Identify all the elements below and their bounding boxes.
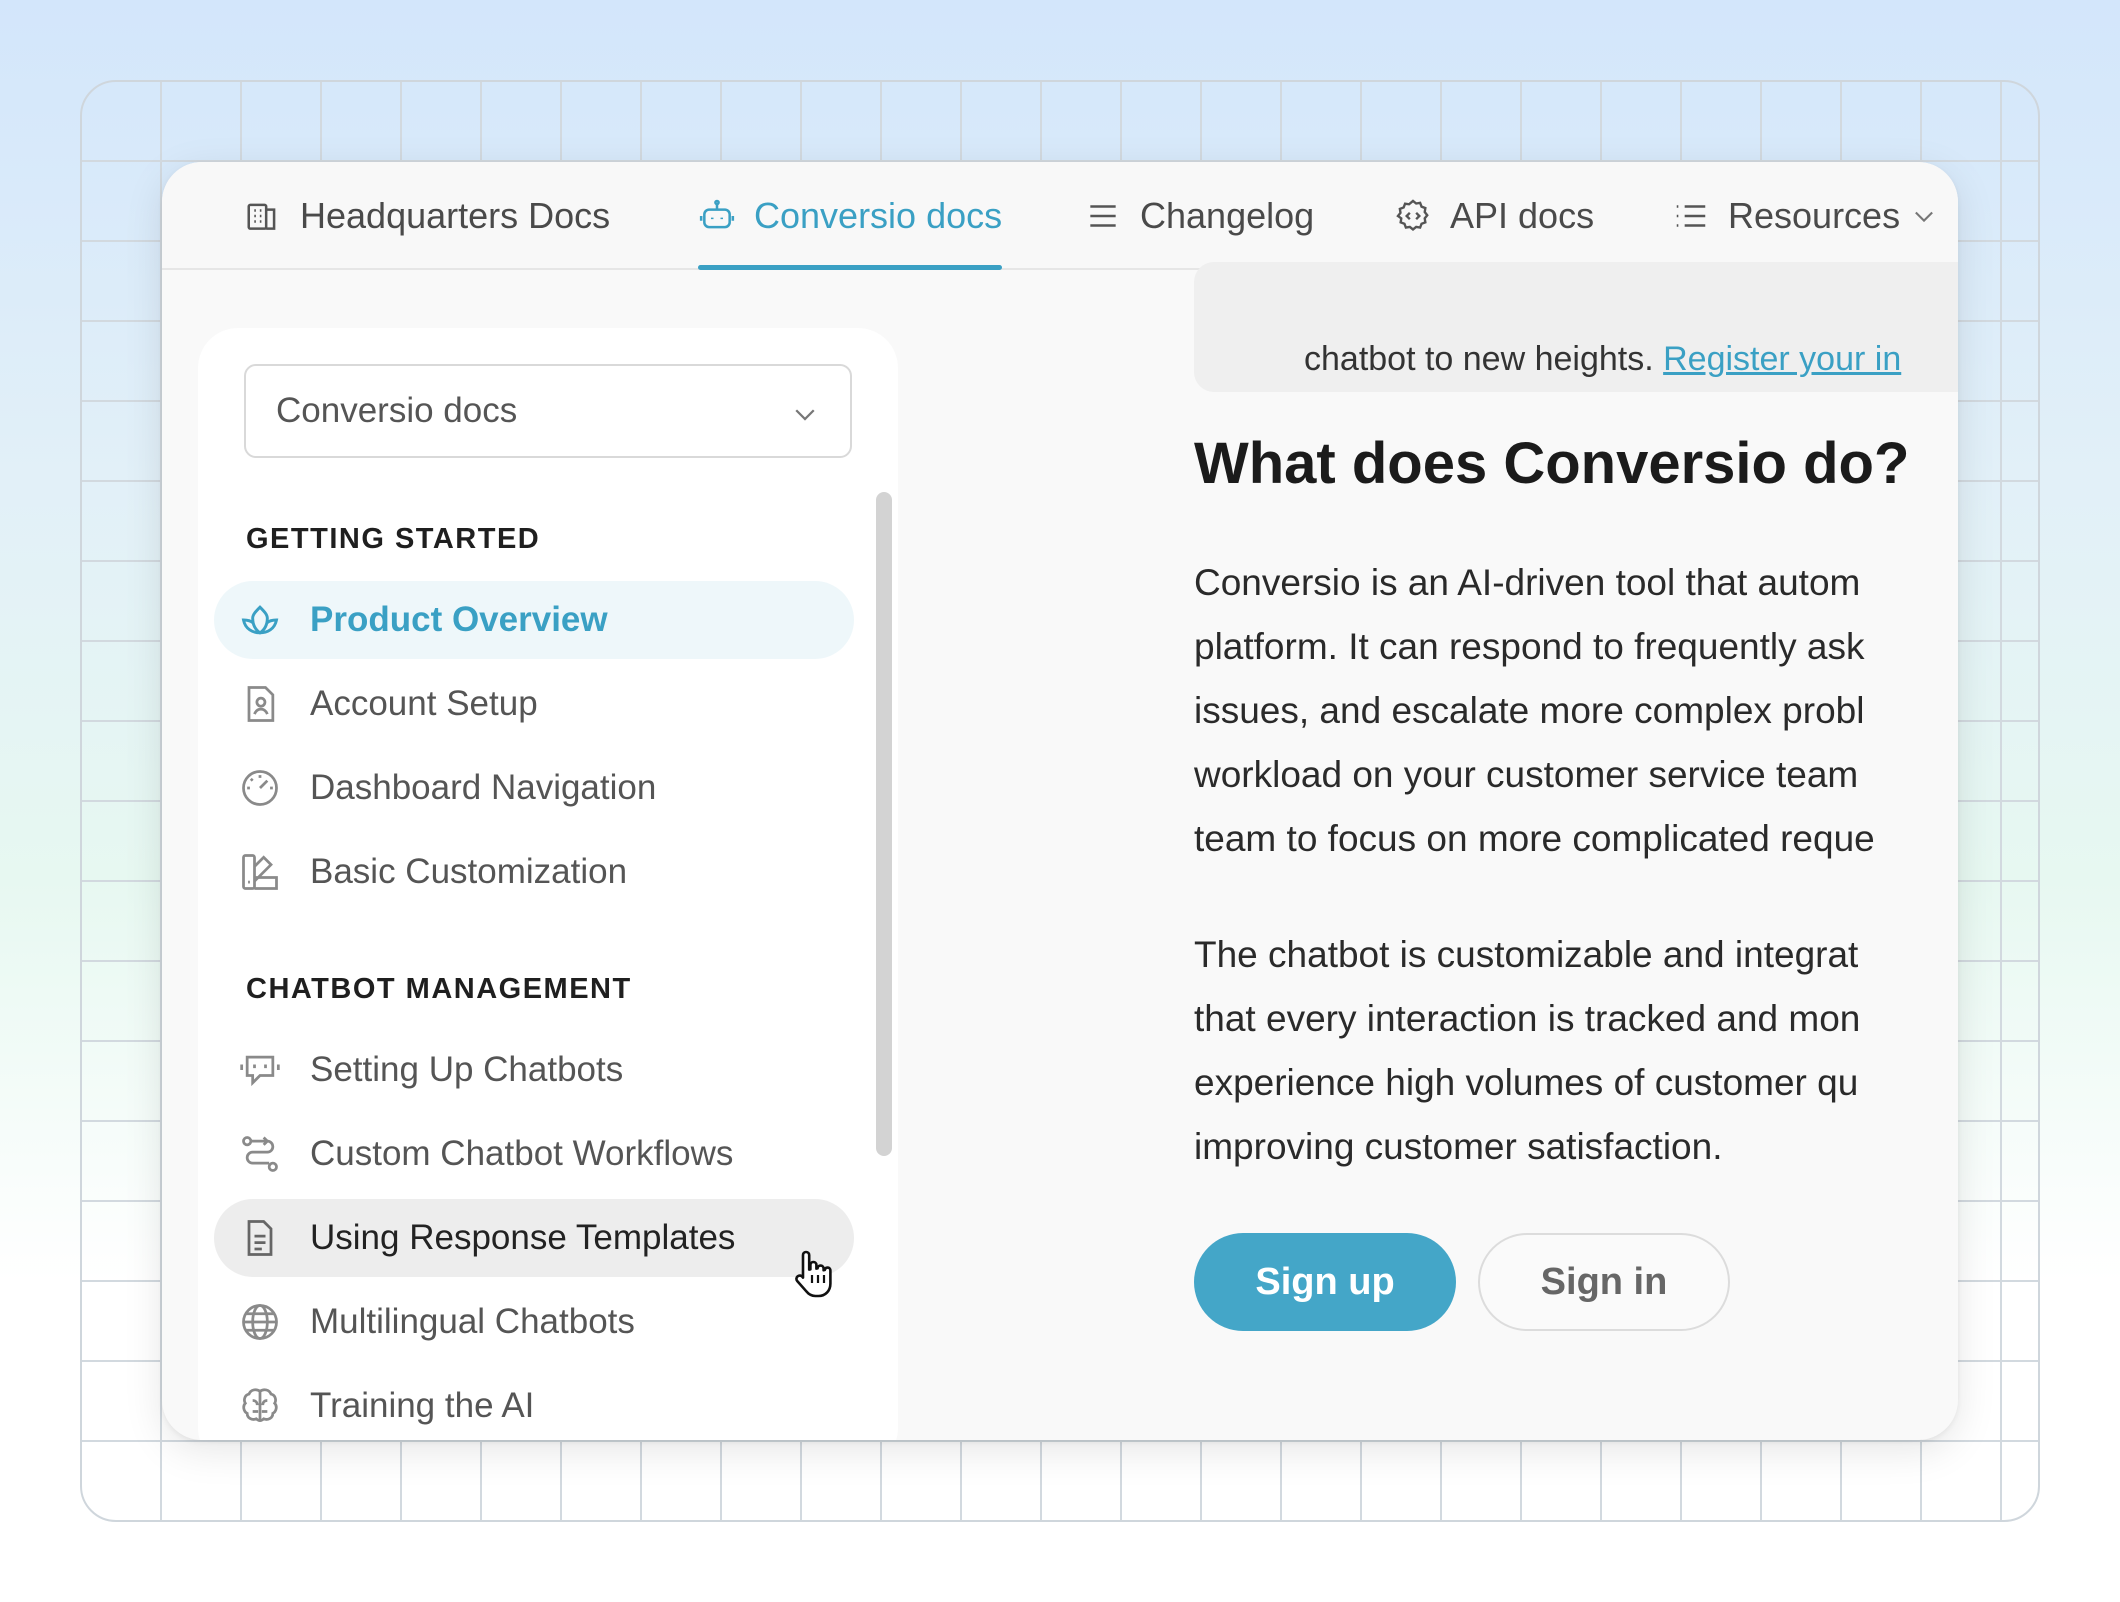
- lotus-icon: [241, 605, 279, 635]
- tab-resources[interactable]: Resources: [1672, 162, 1938, 270]
- sidebar-item-account-setup[interactable]: Account Setup: [214, 665, 854, 743]
- sidebar-item-custom-chatbot-workflows[interactable]: Custom Chatbot Workflows: [214, 1115, 854, 1193]
- register-link[interactable]: Register your in: [1663, 340, 1901, 378]
- top-navigation: Headquarters Docs Conversio docs Changel…: [162, 162, 1958, 270]
- paragraph-line: issues, and escalate more complex probl: [1194, 690, 1865, 731]
- sidebar-item-label: Basic Customization: [310, 852, 628, 891]
- chevron-down-icon: [1915, 211, 1933, 223]
- sidebar-item-label: Dashboard Navigation: [310, 768, 657, 807]
- paragraph-line: experience high volumes of customer qu: [1194, 1062, 1859, 1103]
- tab-label: Resources: [1728, 195, 1901, 236]
- banner-text: chatbot to new heights.: [1304, 340, 1664, 378]
- sidebar-item-label: Account Setup: [310, 684, 538, 723]
- chevron-down-icon: [795, 409, 815, 421]
- paragraph-line: The chatbot is customizable and integrat: [1194, 934, 1859, 975]
- globe-icon: [242, 1304, 278, 1340]
- list-icon: [1676, 205, 1706, 227]
- tab-label: Conversio docs: [754, 195, 1003, 236]
- sign-up-button[interactable]: Sign up: [1194, 1233, 1456, 1331]
- chat-robot-icon: [240, 1055, 280, 1087]
- tab-headquarters-docs[interactable]: Headquarters Docs: [244, 162, 610, 270]
- sidebar-item-label: Using Response Templates: [310, 1218, 736, 1257]
- tab-api-docs[interactable]: API docs: [1394, 162, 1594, 270]
- sign-in-button[interactable]: Sign in: [1478, 1233, 1730, 1331]
- gauge-icon: [242, 770, 278, 806]
- sidebar-item-label: Multilingual Chatbots: [310, 1302, 635, 1341]
- paragraph-line: team to focus on more complicated reque: [1194, 818, 1875, 859]
- select-value: Conversio docs: [276, 391, 518, 430]
- sidebar-item-label: Product Overview: [310, 600, 608, 639]
- tab-label: Changelog: [1140, 195, 1315, 236]
- sidebar-item-product-overview[interactable]: Product Overview: [214, 581, 854, 659]
- tab-label: Headquarters Docs: [300, 195, 611, 236]
- section-title-chatbot-management: CHATBOT MANAGEMENT: [246, 973, 632, 1005]
- paragraph-line: workload on your customer service team: [1194, 754, 1859, 795]
- sidebar-item-multilingual-chatbots[interactable]: Multilingual Chatbots: [214, 1283, 854, 1361]
- api-gear-icon: [1396, 199, 1429, 231]
- palette-icon: [242, 854, 278, 890]
- sidebar-scrollbar[interactable]: [876, 492, 892, 1156]
- sidebar-item-label: Setting Up Chatbots: [310, 1050, 624, 1089]
- paragraph-line: platform. It can respond to frequently a…: [1194, 626, 1865, 667]
- tab-conversio-docs[interactable]: Conversio docs: [698, 162, 1003, 270]
- paragraph-line: improving customer satisfaction.: [1194, 1126, 1723, 1167]
- sidebar-item-label: Training the AI: [310, 1386, 535, 1425]
- notice-banner: chatbot to new heights. Register your in: [1194, 262, 1958, 392]
- sidebar-item-using-response-templates[interactable]: Using Response Templates: [214, 1199, 854, 1277]
- sidebar-item-training-the-ai[interactable]: Training the AI: [214, 1367, 854, 1440]
- tab-changelog[interactable]: Changelog: [1084, 162, 1314, 270]
- sidebar-item-label: Custom Chatbot Workflows: [310, 1134, 734, 1173]
- docs-select[interactable]: Conversio docs: [244, 364, 852, 458]
- robot-icon: [699, 199, 735, 229]
- sidebar-item-setting-up-chatbots[interactable]: Setting Up Chatbots: [214, 1031, 854, 1109]
- paragraph-line: that every interaction is tracked and mo…: [1194, 998, 1861, 1039]
- user-document-icon: [247, 686, 275, 722]
- workflow-icon: [242, 1136, 278, 1172]
- paragraph-line: Conversio is an AI-driven tool that auto…: [1194, 562, 1861, 603]
- tab-label: API docs: [1450, 195, 1595, 236]
- building-icon: [247, 203, 276, 230]
- section-title-getting-started: GETTING STARTED: [246, 523, 541, 555]
- section-heading: What does Conversio do?: [1194, 431, 1910, 496]
- lines-icon: [1090, 205, 1116, 227]
- docs-window: Headquarters Docs Conversio docs Changel…: [162, 162, 1958, 1440]
- brain-icon: [242, 1388, 278, 1423]
- document-icon: [247, 1220, 273, 1256]
- hand-cursor-icon: [795, 1250, 832, 1298]
- sidebar-item-dashboard-navigation[interactable]: Dashboard Navigation: [214, 749, 854, 827]
- sidebar-item-basic-customization[interactable]: Basic Customization: [214, 833, 854, 911]
